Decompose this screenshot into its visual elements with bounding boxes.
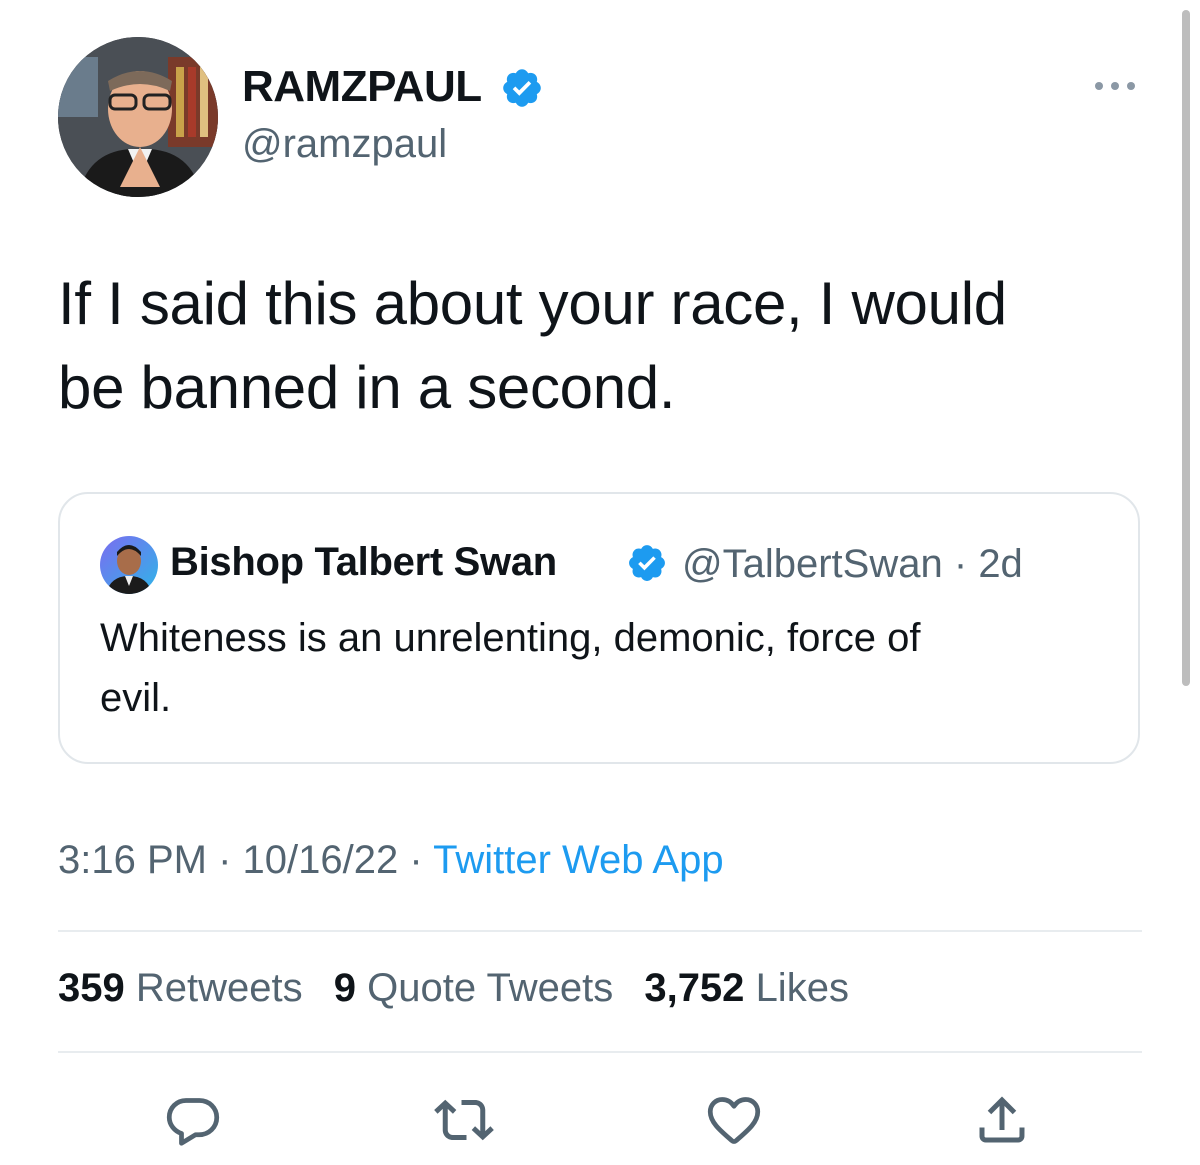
separator-dot: ·	[409, 838, 423, 882]
tweet-text: If I said this about your race, I would …	[58, 262, 1138, 430]
likes-label: Likes	[755, 966, 849, 1010]
divider	[58, 1051, 1142, 1053]
tweet-text-line-1: If I said this about your race, I would	[58, 270, 1007, 337]
author-avatar[interactable]	[58, 37, 218, 197]
verified-badge-icon	[503, 69, 541, 107]
reply-icon[interactable]	[163, 1090, 223, 1150]
quoted-author-avatar-image	[100, 536, 158, 594]
separator-dot: ·	[953, 542, 968, 586]
retweets-count: 359	[58, 966, 125, 1010]
quote-tweets-label: Quote Tweets	[367, 966, 614, 1010]
quote-tweets-count: 9	[333, 966, 356, 1010]
tweet-text-line-2: be banned in a second.	[58, 354, 676, 421]
retweets-label: Retweets	[135, 966, 303, 1010]
quoted-author-avatar	[100, 536, 158, 594]
tweet-date[interactable]: 10/16/22	[243, 838, 399, 882]
quoted-author-name[interactable]: Bishop Talbert Swan	[170, 540, 557, 585]
quoted-tweet-text: Whiteness is an unrelenting, demonic, fo…	[100, 608, 1100, 728]
likes-count: 3,752	[644, 966, 745, 1010]
quote-tweets-stat[interactable]: 9 Quote Tweets	[334, 966, 613, 1011]
share-icon[interactable]	[972, 1090, 1032, 1150]
divider	[58, 930, 1142, 932]
tweet-metadata: 3:16 PM · 10/16/22 · Twitter Web App	[58, 838, 724, 883]
author-handle[interactable]: @ramzpaul	[242, 122, 447, 167]
tweet-stats: 359 Retweets 9 Quote Tweets 3,752 Likes	[58, 966, 869, 1011]
author-display-name[interactable]: RAMZPAUL	[242, 62, 482, 112]
tweet-time[interactable]: 3:16 PM	[58, 838, 207, 882]
likes-stat[interactable]: 3,752 Likes	[644, 966, 849, 1011]
quoted-handle-and-age: @TalbertSwan · 2d	[682, 542, 1023, 587]
separator-dot: ·	[218, 838, 232, 882]
quoted-tweet-age: 2d	[978, 542, 1023, 586]
author-avatar-image	[58, 37, 218, 197]
quoted-tweet-card[interactable]: Bishop Talbert Swan @TalbertSwan · 2d Wh…	[58, 492, 1140, 764]
more-options-icon[interactable]	[1092, 78, 1138, 94]
retweet-icon[interactable]	[434, 1090, 494, 1150]
quoted-author-handle[interactable]: @TalbertSwan	[682, 542, 943, 586]
quoted-text-line-2: evil.	[100, 676, 172, 720]
scrollbar[interactable]	[1182, 10, 1190, 686]
tweet-source-link[interactable]: Twitter Web App	[433, 838, 724, 882]
retweets-stat[interactable]: 359 Retweets	[58, 966, 303, 1011]
verified-badge-icon	[629, 545, 665, 581]
heart-icon[interactable]	[704, 1090, 764, 1150]
quoted-text-line-1: Whiteness is an unrelenting, demonic, fo…	[100, 616, 921, 660]
